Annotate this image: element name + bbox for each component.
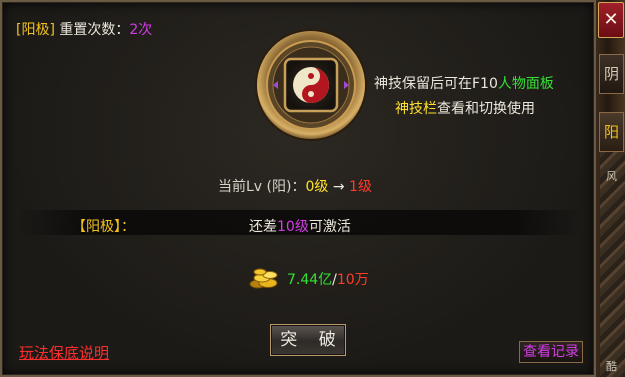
activation-prefix: 还差 <box>249 219 277 235</box>
description-text-1: 神技保留后可在F10 <box>374 76 498 92</box>
levels-needed: 10级 <box>277 219 309 235</box>
activation-requirement: 还差10级可激活 <box>249 216 351 236</box>
tab-yang[interactable]: 阳 <box>599 112 624 152</box>
reset-count: 2次 <box>129 22 153 38</box>
skill-bar-label: 神技栏 <box>395 101 437 117</box>
reset-label: 重置次数： <box>59 22 130 38</box>
current-level-row: 当前Lv (阳)：0级 → 1级 <box>218 176 372 196</box>
next-level: 1级 <box>349 179 372 195</box>
gold-owned: 7.44亿 <box>287 272 333 288</box>
reset-count-row: [阳极] 重置次数：2次 <box>16 19 152 39</box>
level-prefix: 当前Lv (阳)： <box>218 179 306 195</box>
activation-suffix: 可激活 <box>308 219 351 235</box>
activation-label: 【阳极】： <box>72 219 135 235</box>
gold-coins-icon <box>249 268 278 289</box>
rules-link[interactable]: 玩法保底说明 <box>19 342 109 363</box>
side-label-cool: 酷 <box>606 360 617 373</box>
cost-row: 7.44亿/10万 <box>287 269 369 289</box>
description-line-2: 神技栏查看和切换使用 <box>395 98 535 118</box>
current-level: 0级 <box>305 179 329 195</box>
gold-required: 10万 <box>336 272 369 288</box>
tab-yin[interactable]: 阴 <box>599 54 624 94</box>
yin-yang-emblem-icon <box>255 29 367 141</box>
yang-tag: [阳极] <box>16 22 55 38</box>
description-text-2: 查看和切换使用 <box>437 101 535 117</box>
view-records-button[interactable]: 查看记录 <box>519 341 583 363</box>
level-arrow-icon: → <box>332 179 345 195</box>
breakthrough-button[interactable]: 突 破 <box>270 324 346 356</box>
description-line-1: 神技保留后可在F10人物面板 <box>374 73 554 93</box>
close-button[interactable]: ✕ <box>598 2 624 38</box>
character-panel-label: 人物面板 <box>497 76 554 92</box>
side-background <box>600 150 625 377</box>
yang-skill-panel: [阳极] 重置次数：2次 神技保留后可在F10人物面板 神技栏查看和切换使用 当… <box>0 0 596 377</box>
side-label-wind: 风 <box>606 170 617 183</box>
